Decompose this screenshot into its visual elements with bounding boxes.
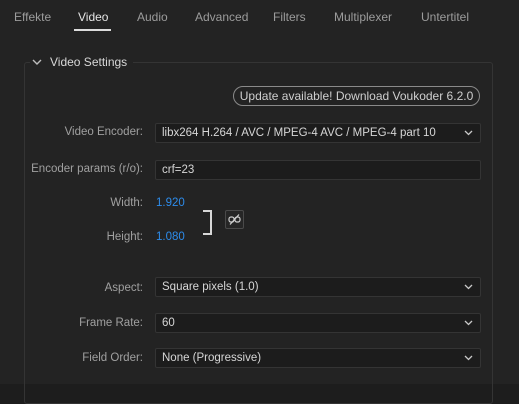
field-order-value: None (Progressive) xyxy=(162,352,262,364)
active-tab-indicator xyxy=(74,29,111,31)
tab-bar: Effekte Video Audio Advanced Filters Mul… xyxy=(0,0,519,34)
video-encoder-label: Video Encoder: xyxy=(64,126,143,138)
width-value[interactable]: 1.920 xyxy=(156,197,185,209)
frame-rate-value: 60 xyxy=(162,317,175,329)
chevron-down-icon xyxy=(464,355,473,361)
encoder-params-field[interactable]: crf=23 xyxy=(155,160,481,180)
aspect-value: Square pixels (1.0) xyxy=(162,281,259,293)
tab-filters[interactable]: Filters xyxy=(273,10,306,24)
video-encoder-value: libx264 H.264 / AVC / MPEG-4 AVC / MPEG-… xyxy=(162,127,436,139)
frame-rate-label: Frame Rate: xyxy=(79,317,143,329)
frame-rate-select[interactable]: 60 xyxy=(155,313,481,333)
tab-video[interactable]: Video xyxy=(78,10,108,24)
height-value[interactable]: 1.080 xyxy=(156,231,185,243)
unlink-aspect-button[interactable] xyxy=(225,210,244,229)
chevron-down-icon xyxy=(464,284,473,290)
chevron-down-icon xyxy=(464,130,473,136)
aspect-label: Aspect: xyxy=(104,282,143,294)
encoder-params-value: crf=23 xyxy=(162,164,195,176)
tab-effekte[interactable]: Effekte xyxy=(14,10,51,24)
scrollbar[interactable] xyxy=(515,34,519,384)
video-encoder-select[interactable]: libx264 H.264 / AVC / MPEG-4 AVC / MPEG-… xyxy=(155,123,481,143)
chevron-down-icon xyxy=(464,320,473,326)
chevron-down-icon xyxy=(32,59,42,65)
tab-advanced[interactable]: Advanced xyxy=(195,10,248,24)
field-order-select[interactable]: None (Progressive) xyxy=(155,348,481,368)
tab-multiplexer[interactable]: Multiplexer xyxy=(334,10,392,24)
field-order-label: Field Order: xyxy=(82,352,143,364)
tab-audio[interactable]: Audio xyxy=(137,10,168,24)
aspect-link-bracket xyxy=(203,210,212,235)
group-title: Video Settings xyxy=(50,55,128,69)
unlink-icon xyxy=(228,214,241,225)
width-label: Width: xyxy=(110,197,143,209)
tab-untertitel[interactable]: Untertitel xyxy=(421,10,469,24)
encoder-params-label: Encoder params (r/o): xyxy=(31,163,143,175)
aspect-select[interactable]: Square pixels (1.0) xyxy=(155,277,481,297)
video-settings-header[interactable]: Video Settings xyxy=(30,54,134,70)
update-download-button[interactable]: Update available! Download Voukoder 6.2.… xyxy=(233,86,480,106)
height-label: Height: xyxy=(106,231,143,243)
